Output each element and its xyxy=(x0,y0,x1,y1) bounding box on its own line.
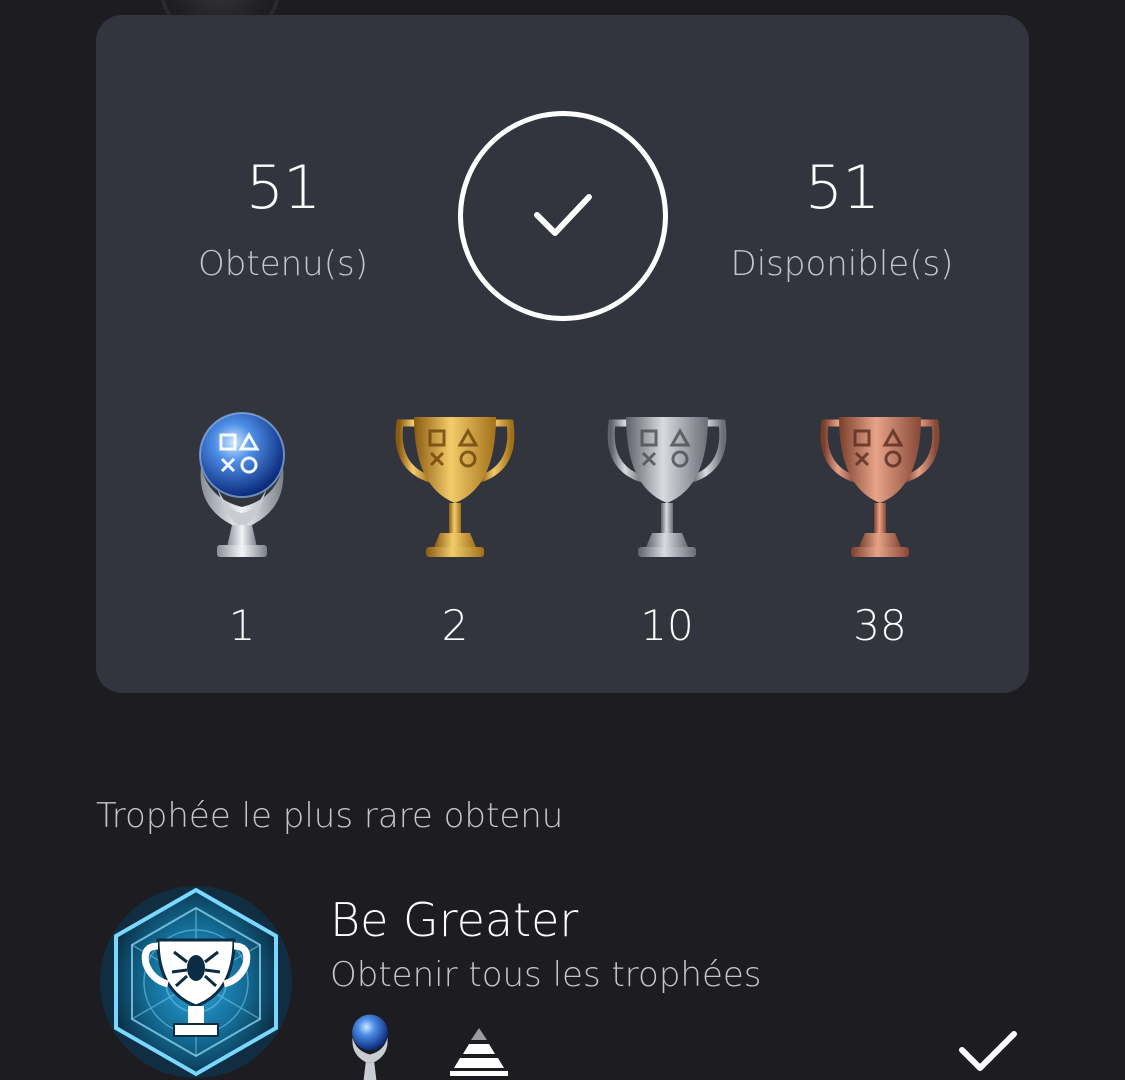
silver-count: 10 xyxy=(640,601,694,650)
completion-indicator xyxy=(458,111,668,321)
rarest-trophy-name: Be Greater xyxy=(330,893,579,947)
platinum-trophy-stat: 1 xyxy=(152,407,332,647)
trophy-summary-card: 51 Obtenu(s) 51 Disponible(s) 1 2 10 38 xyxy=(96,15,1029,693)
earned-label: Obtenu(s) xyxy=(198,244,368,284)
platinum-trophy-icon xyxy=(352,1014,388,1080)
bronze-trophy-stat: 38 xyxy=(790,407,970,647)
gold-count: 2 xyxy=(441,601,469,650)
available-stat: 51 Disponible(s) xyxy=(692,158,992,284)
platinum-count: 1 xyxy=(228,601,256,650)
bronze-count: 38 xyxy=(853,601,907,650)
earned-stat: 51 Obtenu(s) xyxy=(133,158,433,284)
available-label: Disponible(s) xyxy=(730,244,954,284)
earned-count: 51 xyxy=(245,153,321,223)
rarest-trophy-badge-icon[interactable] xyxy=(96,882,296,1080)
gold-trophy-icon xyxy=(395,417,515,557)
checkmark-icon xyxy=(534,194,592,236)
rarity-pyramid-icon xyxy=(450,1028,508,1076)
platinum-trophy-icon xyxy=(199,412,285,557)
rarest-trophy-heading: Trophée le plus rare obtenu xyxy=(96,796,564,836)
rarest-trophy-description: Obtenir tous les trophées xyxy=(330,955,762,995)
gold-trophy-stat: 2 xyxy=(365,407,545,647)
silver-trophy-icon xyxy=(607,417,727,557)
checkmark-icon xyxy=(959,1031,1017,1071)
bronze-trophy-icon xyxy=(820,417,940,557)
silver-trophy-stat: 10 xyxy=(577,407,757,647)
available-count: 51 xyxy=(804,153,880,223)
